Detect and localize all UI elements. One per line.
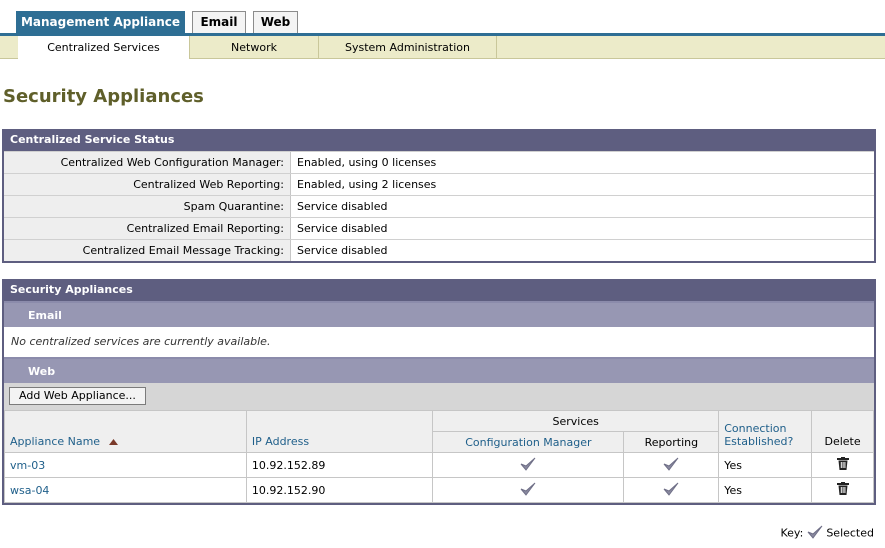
status-label: Spam Quarantine: bbox=[4, 196, 291, 217]
status-value: Service disabled bbox=[297, 200, 388, 213]
appliance-name-cell: wsa-04 bbox=[4, 477, 247, 503]
column-group-services: Services bbox=[432, 410, 720, 432]
status-row: Centralized Web Configuration Manager: E… bbox=[4, 151, 874, 173]
column-delete: Delete bbox=[811, 410, 874, 453]
connection-cell: Yes bbox=[718, 477, 813, 503]
subnav-centralized-services[interactable]: Centralized Services bbox=[18, 36, 190, 59]
web-section-heading: Web bbox=[4, 357, 874, 383]
tab-email[interactable]: Email bbox=[192, 11, 246, 34]
column-configuration-manager: Configuration Manager bbox=[432, 431, 625, 453]
reporting-cell bbox=[623, 452, 720, 478]
status-label: Centralized Web Reporting: bbox=[4, 174, 291, 195]
trash-icon[interactable] bbox=[836, 457, 849, 473]
panel-title: Centralized Service Status bbox=[4, 129, 874, 151]
key-selected-label: Selected bbox=[826, 526, 874, 540]
key-label: Key: bbox=[780, 526, 804, 540]
tab-web[interactable]: Web bbox=[253, 11, 298, 34]
status-value: Service disabled bbox=[297, 244, 388, 257]
panel-title: Security Appliances bbox=[4, 279, 874, 301]
check-icon bbox=[663, 456, 679, 475]
appliance-name-cell: vm-03 bbox=[4, 452, 247, 478]
column-reporting: Reporting bbox=[623, 431, 720, 453]
status-row: Centralized Email Message Tracking: Serv… bbox=[4, 239, 874, 261]
security-appliances-panel: Security Appliances Email No centralized… bbox=[2, 279, 876, 505]
status-label: Centralized Web Configuration Manager: bbox=[4, 152, 291, 173]
check-icon bbox=[807, 524, 823, 543]
connection-cell: Yes bbox=[718, 452, 813, 478]
empty-message: No centralized services are currently av… bbox=[11, 335, 271, 348]
table-row: vm-03 10.92.152.89 Yes bbox=[4, 452, 874, 478]
centralized-service-status-panel: Centralized Service Status Centralized W… bbox=[2, 129, 876, 263]
status-row: Centralized Email Reporting: Service dis… bbox=[4, 217, 874, 239]
email-section-heading: Email bbox=[4, 301, 874, 327]
check-icon bbox=[520, 456, 536, 475]
sub-navigation: Centralized Services Network System Admi… bbox=[0, 36, 885, 59]
reporting-cell bbox=[623, 477, 720, 503]
status-label: Centralized Email Reporting: bbox=[4, 218, 291, 239]
config-manager-cell bbox=[432, 452, 625, 478]
status-row: Centralized Web Reporting: Enabled, usin… bbox=[4, 173, 874, 195]
subnav-system-administration[interactable]: System Administration bbox=[319, 36, 497, 59]
status-row: Spam Quarantine: Service disabled bbox=[4, 195, 874, 217]
column-ip-address: IP Address bbox=[245, 410, 434, 453]
web-toolbar: Add Web Appliance... bbox=[4, 383, 874, 410]
add-web-appliance-button[interactable]: Add Web Appliance... bbox=[9, 387, 146, 405]
appliance-name-link[interactable]: wsa-04 bbox=[10, 484, 49, 497]
delete-cell bbox=[811, 477, 874, 503]
key-legend: Key: Selected bbox=[780, 524, 874, 543]
status-value: Enabled, using 2 licenses bbox=[297, 178, 437, 191]
ip-address-cell: 10.92.152.90 bbox=[245, 477, 434, 503]
column-connection-established: Connection Established? bbox=[718, 410, 813, 453]
column-appliance-name[interactable]: Appliance Name bbox=[4, 410, 247, 453]
delete-cell bbox=[811, 452, 874, 478]
top-tabs: Management Appliance Email Web bbox=[0, 0, 885, 34]
appliance-name-link[interactable]: vm-03 bbox=[10, 459, 45, 472]
tab-management-appliance[interactable]: Management Appliance bbox=[16, 11, 185, 34]
config-manager-cell bbox=[432, 477, 625, 503]
sort-ascending-icon bbox=[108, 435, 118, 448]
table-row: wsa-04 10.92.152.90 Yes bbox=[4, 477, 874, 503]
ip-address-cell: 10.92.152.89 bbox=[245, 452, 434, 478]
web-appliances-table: Appliance Name IP Address Services Conne… bbox=[4, 410, 874, 503]
status-value: Enabled, using 0 licenses bbox=[297, 156, 437, 169]
check-icon bbox=[663, 481, 679, 500]
column-label: Appliance Name bbox=[10, 435, 101, 448]
check-icon bbox=[520, 481, 536, 500]
status-label: Centralized Email Message Tracking: bbox=[4, 240, 291, 261]
subnav-network[interactable]: Network bbox=[190, 36, 319, 59]
trash-icon[interactable] bbox=[836, 482, 849, 498]
page-title: Security Appliances bbox=[3, 86, 204, 107]
status-value: Service disabled bbox=[297, 222, 388, 235]
